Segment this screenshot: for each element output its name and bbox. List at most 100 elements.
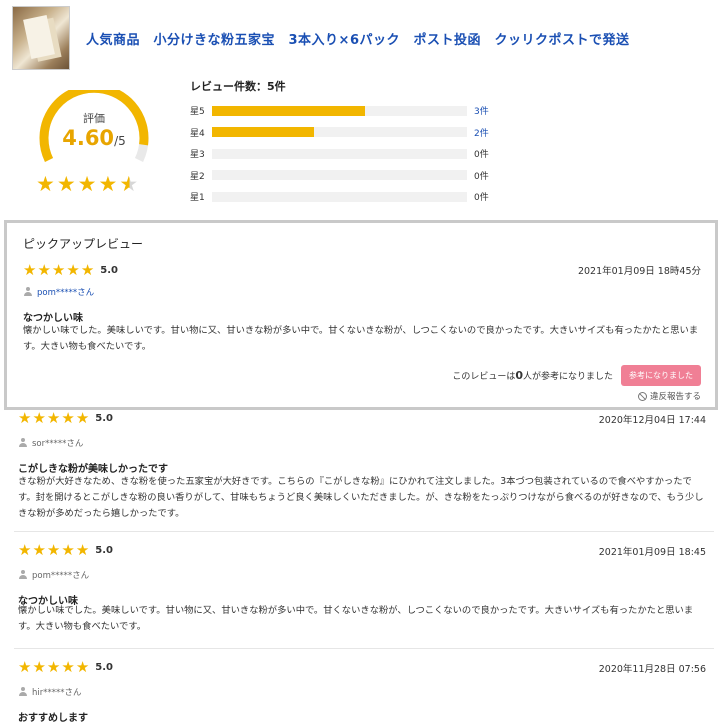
product-header: 人気商品 小分けきな粉五家宝 3本入り×6パック ポスト投函 クッリクポストで発… bbox=[12, 6, 728, 70]
star-icon: ★ bbox=[37, 261, 51, 279]
review-date: 2020年11月28日 07:56 bbox=[598, 664, 706, 675]
helpful-button[interactable]: 参考になりました bbox=[621, 365, 701, 386]
user-icon bbox=[18, 570, 28, 580]
star-icon: ★ bbox=[46, 409, 61, 427]
star-icon: ★ bbox=[46, 541, 61, 559]
distribution-label: 星1 bbox=[190, 193, 205, 204]
rating-score: 4.60/5 bbox=[30, 126, 158, 150]
pickup-heading: ピックアップレビュー bbox=[23, 237, 144, 251]
distribution-count[interactable]: 3件 bbox=[474, 104, 489, 117]
star-icon: ★ bbox=[32, 409, 46, 427]
average-score: 4.60 bbox=[62, 126, 115, 150]
review-title: こがしきな粉が美味しかったです bbox=[18, 464, 168, 475]
helpful-suffix: 人が参考になりました bbox=[522, 372, 613, 382]
ban-icon bbox=[637, 391, 647, 401]
distribution-bar bbox=[212, 105, 467, 116]
review-rating: ★ ★ ★ ★ ★ 5.0 bbox=[18, 660, 113, 675]
star-icon: ★ bbox=[32, 658, 46, 676]
star-icon: ★ bbox=[61, 409, 75, 427]
star-icon: ★ bbox=[23, 261, 37, 279]
star-rating: ★ ★ ★ ★ ★ bbox=[18, 411, 89, 426]
distribution-label: 星5 bbox=[190, 107, 205, 118]
review-date: 2021年01月09日 18:45 bbox=[598, 547, 706, 558]
helpful-prefix: このレビューは bbox=[452, 372, 516, 382]
star-icon: ★ bbox=[46, 658, 61, 676]
distribution-bar bbox=[212, 127, 467, 138]
distribution-label: 星3 bbox=[190, 150, 205, 161]
distribution-bar-fill bbox=[212, 105, 365, 116]
distribution-count[interactable]: 2件 bbox=[474, 126, 489, 139]
star-icon: ★ bbox=[56, 172, 76, 196]
distribution-count: 0件 bbox=[474, 171, 489, 182]
review-body: きな粉が大好きなため、きな粉を使った五家宝が大好きです。こちらの『こがしきな粉』… bbox=[18, 476, 704, 519]
star-icon: ★ bbox=[80, 261, 95, 279]
star-icon: ★ bbox=[75, 541, 90, 559]
divider bbox=[14, 648, 714, 649]
star-icon: ★ bbox=[18, 658, 32, 676]
distribution-label: 星4 bbox=[190, 128, 205, 139]
star-icon: ★ bbox=[66, 261, 80, 279]
distribution-bar bbox=[212, 191, 467, 202]
rating-gauge: 評価 4.60/5 bbox=[30, 90, 158, 180]
star-icon: ★ bbox=[61, 658, 75, 676]
reviewer: hir*****さん bbox=[18, 686, 82, 698]
star-icon: ★ bbox=[18, 409, 32, 427]
review-rating: ★ ★ ★ ★ ★ 5.0 bbox=[18, 543, 113, 558]
user-icon bbox=[18, 687, 28, 697]
star-icon: ★ bbox=[51, 261, 66, 279]
star-rating: ★ ★ ★ ★ ★ bbox=[18, 543, 89, 558]
helpful-text: このレビューは0人が参考になりました bbox=[452, 369, 613, 382]
reviewer-name[interactable]: pom*****さん bbox=[37, 286, 94, 298]
review-title: なつかしい味 bbox=[23, 313, 83, 324]
star-icon: ★ bbox=[98, 172, 118, 196]
review-title: おすすめします bbox=[18, 713, 88, 724]
reviewer-name[interactable]: pom*****さん bbox=[32, 569, 89, 581]
star-rating: ★ ★ ★ ★ ★ bbox=[23, 263, 94, 278]
distribution-label: 星2 bbox=[190, 171, 205, 182]
distribution-count: 0件 bbox=[474, 150, 489, 161]
review-score: 5.0 bbox=[95, 413, 113, 424]
star-icon: ★ bbox=[18, 541, 32, 559]
distribution-bar bbox=[212, 148, 467, 159]
distribution-bar bbox=[212, 170, 467, 181]
review-body: 懐かしい味でした。美味しいです。甘い物に又、甘いきな粉が多い中で。甘くないきな粉… bbox=[18, 605, 694, 632]
review-rating: ★ ★ ★ ★ ★ 5.0 bbox=[18, 411, 113, 426]
rating-label: 評価 bbox=[83, 112, 105, 125]
product-thumbnail[interactable] bbox=[12, 6, 70, 70]
reviewer-name[interactable]: sor*****さん bbox=[32, 437, 83, 449]
divider bbox=[14, 531, 714, 532]
report-label[interactable]: 違反報告する bbox=[650, 390, 701, 402]
distribution-row: 星2 0件 bbox=[190, 165, 500, 187]
pickup-review: ピックアップレビュー ★ ★ ★ ★ ★ 5.0 2021年01月09日 18時45分 … bbox=[4, 220, 718, 410]
helpful-section: このレビューは0人が参考になりました 参考になりました bbox=[452, 365, 701, 386]
distribution-bar-fill bbox=[212, 127, 314, 138]
star-icon: ★ bbox=[32, 541, 46, 559]
review-score: 5.0 bbox=[95, 662, 113, 673]
reviewer: sor*****さん bbox=[18, 437, 83, 449]
star-icon: ★ bbox=[61, 541, 75, 559]
review-count-label: レビュー件数：5件 bbox=[190, 80, 286, 93]
reviewer: pom*****さん bbox=[18, 569, 89, 581]
distribution-row: 星3 0件 bbox=[190, 143, 500, 165]
star-rating: ★ ★ ★ ★ ★ bbox=[18, 660, 89, 675]
reviewer: pom*****さん bbox=[23, 286, 94, 298]
reviewer-name[interactable]: hir*****さん bbox=[32, 686, 82, 698]
half-star-icon: ★ bbox=[119, 172, 139, 196]
product-title-link[interactable]: 人気商品 小分けきな粉五家宝 3本入り×6パック ポスト投函 クッリクポストで発… bbox=[86, 29, 629, 48]
star-icon: ★ bbox=[75, 658, 90, 676]
helpful-count: 0 bbox=[515, 369, 523, 382]
review-score: 5.0 bbox=[95, 545, 113, 556]
average-stars: ★ ★ ★ ★ ★ bbox=[36, 172, 138, 196]
distribution-row: 星1 0件 bbox=[190, 186, 500, 208]
score-max: /5 bbox=[114, 134, 126, 148]
star-icon: ★ bbox=[36, 172, 55, 196]
report-link[interactable]: 違反報告する bbox=[637, 390, 701, 402]
review-score: 5.0 bbox=[100, 265, 118, 276]
distribution-row: 星4 2件 bbox=[190, 122, 500, 144]
user-icon bbox=[18, 438, 28, 448]
star-icon: ★ bbox=[75, 409, 90, 427]
distribution-row: 星5 3件 bbox=[190, 100, 500, 122]
review-date: 2021年01月09日 18時45分 bbox=[577, 266, 701, 277]
user-icon bbox=[23, 287, 33, 297]
distribution-count: 0件 bbox=[474, 193, 489, 204]
